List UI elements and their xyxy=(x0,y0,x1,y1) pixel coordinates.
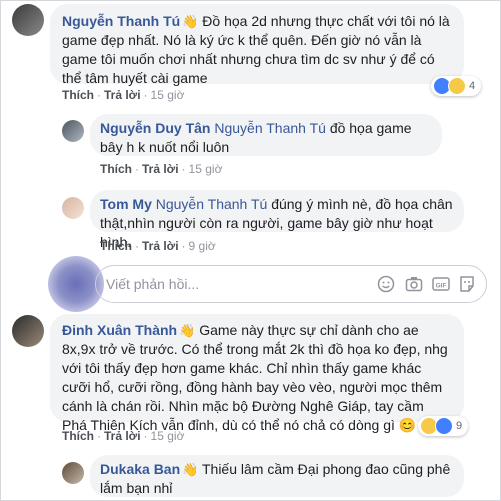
timestamp[interactable]: 15 giờ xyxy=(189,162,223,176)
sticker-icon[interactable] xyxy=(458,275,476,293)
avatar[interactable] xyxy=(62,462,84,484)
like-reaction-icon xyxy=(435,417,453,435)
reply-input[interactable]: Viết phản hồi... GIF xyxy=(95,265,487,303)
avatar[interactable] xyxy=(12,315,44,347)
emoji-icon[interactable] xyxy=(377,275,395,293)
wave-icon: 👋 xyxy=(179,323,196,338)
gif-icon[interactable]: GIF xyxy=(432,275,450,293)
comment-author[interactable]: Nguyễn Thanh Tú xyxy=(62,13,180,29)
mention-link[interactable]: Nguyễn Thanh Tú xyxy=(156,196,268,212)
timestamp[interactable]: 9 giờ xyxy=(189,239,216,253)
comment-actions: Thích · Trả lời · 9 giờ xyxy=(100,239,216,253)
like-button[interactable]: Thích xyxy=(100,239,132,253)
comment-bubble: Đinh Xuân Thành 👋 Game này thực sự chỉ dà… xyxy=(50,314,464,433)
reply-placeholder: Viết phản hồi... xyxy=(106,276,200,292)
comment-actions: Thích · Trả lời · 15 giờ xyxy=(100,162,223,176)
reaction-count[interactable]: 4 xyxy=(431,76,482,96)
comment-bubble: Dukaka Ban 👋 Thiếu lâm cầm Đại phong đao … xyxy=(90,455,464,497)
avatar[interactable] xyxy=(12,4,44,36)
like-button[interactable]: Thích xyxy=(62,88,94,102)
comment-author[interactable]: Tom My xyxy=(100,196,152,212)
mention-link[interactable]: Nguyễn Thanh Tú xyxy=(214,120,326,136)
comment-bubble: Nguyễn Duy Tân Nguyễn Thanh Tú đồ họa ga… xyxy=(90,114,442,156)
reply-button[interactable]: Trả lời xyxy=(104,88,141,102)
avatar[interactable] xyxy=(62,120,84,142)
wave-icon: 👋 xyxy=(182,462,199,477)
comment-actions: Thích · Trả lời · 15 giờ xyxy=(62,429,185,443)
smile-emoji: 😊 xyxy=(398,417,417,433)
comment-author[interactable]: Nguyễn Duy Tân xyxy=(100,120,210,136)
reply-button[interactable]: Trả lời xyxy=(104,429,141,443)
comment-text: Game này thực sự chỉ dành cho ae 8x,9x t… xyxy=(62,322,448,433)
comment-actions: Thích · Trả lời · 15 giờ xyxy=(62,88,185,102)
comment-bubble: Nguyễn Thanh Tú 👋 Đồ họa 2d nhưng thực ch… xyxy=(50,4,464,86)
like-button[interactable]: Thích xyxy=(100,162,132,176)
reply-button[interactable]: Trả lời xyxy=(142,239,179,253)
avatar[interactable] xyxy=(62,197,84,219)
like-button[interactable]: Thích xyxy=(62,429,94,443)
reaction-count[interactable]: 9 xyxy=(418,416,469,436)
wave-icon: 👋 xyxy=(182,14,199,29)
comment-author[interactable]: Dukaka Ban xyxy=(100,461,180,477)
timestamp[interactable]: 15 giờ xyxy=(151,429,185,443)
timestamp[interactable]: 15 giờ xyxy=(151,88,185,102)
camera-icon[interactable] xyxy=(405,275,423,293)
reply-button[interactable]: Trả lời xyxy=(142,162,179,176)
comment-author[interactable]: Đinh Xuân Thành xyxy=(62,322,177,338)
comment-bubble: Tom My Nguyễn Thanh Tú đúng ý mình nè, đ… xyxy=(90,190,464,250)
haha-reaction-icon xyxy=(448,77,466,95)
svg-text:GIF: GIF xyxy=(436,283,447,290)
